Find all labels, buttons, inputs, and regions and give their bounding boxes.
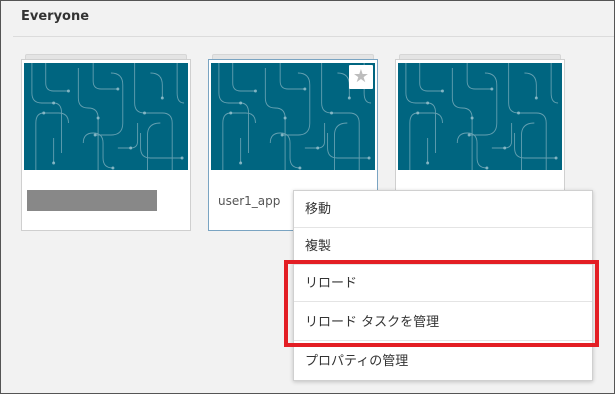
redacted-app-name [27,190,157,211]
menu-item-move[interactable]: 移動 [294,191,592,228]
app-card[interactable] [21,54,191,231]
section-divider [13,36,614,37]
menu-item-manage-properties[interactable]: プロパティの管理 [294,343,592,380]
highlight-box [284,260,599,347]
star-icon[interactable]: ★ [349,65,373,89]
app-name-label: user1_app [218,194,281,208]
app-thumbnail [398,63,562,170]
app-thumbnail [24,63,188,170]
section-title: Everyone [21,9,90,24]
